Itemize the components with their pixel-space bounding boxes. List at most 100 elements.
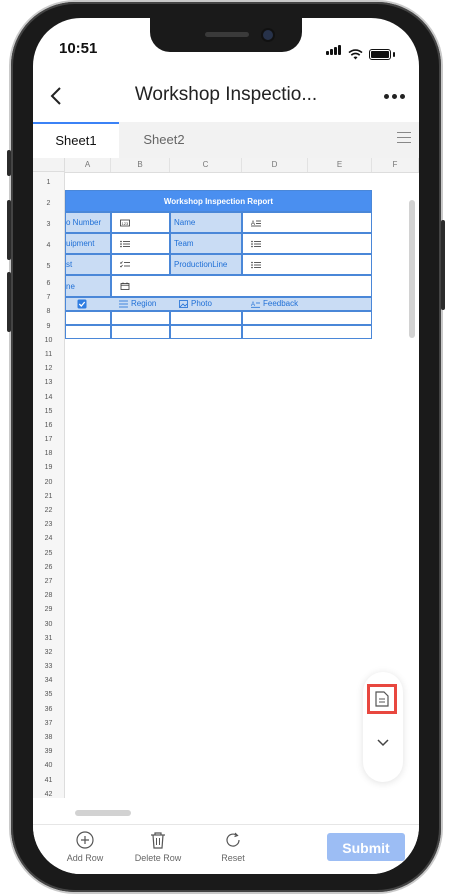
row-header-cell[interactable]: 31 — [33, 632, 64, 646]
row-header-cell[interactable]: 15 — [33, 405, 64, 419]
vertical-scrollbar[interactable] — [409, 200, 415, 338]
empty-cell[interactable] — [111, 325, 170, 339]
row-header: 1 2 3 4 5 6 7 8 9 10 11 12 13 14 15 16 17 18 19 20 21 22 23 24 2… — [33, 172, 65, 798]
row-header-cell[interactable]: 7 — [33, 291, 64, 305]
row6-band[interactable] — [65, 297, 372, 311]
reset-button[interactable]: Reset — [203, 831, 263, 863]
wifi-icon — [348, 49, 363, 60]
row-header-cell[interactable]: 38 — [33, 731, 64, 745]
row-header-cell[interactable]: 23 — [33, 518, 64, 532]
row-header-cell[interactable]: 18 — [33, 447, 64, 461]
column-header-f[interactable]: F — [372, 158, 419, 172]
row-header-cell[interactable]: 41 — [33, 774, 64, 788]
tab-sheet1[interactable]: Sheet1 — [33, 122, 119, 158]
row-header-cell[interactable]: 10 — [33, 334, 64, 348]
label-cell-production-line[interactable]: ProductionLine — [170, 254, 242, 275]
row-header-cell[interactable]: 37 — [33, 717, 64, 731]
column-header-e[interactable]: E — [308, 158, 372, 172]
row-header-cell[interactable]: 27 — [33, 575, 64, 589]
delete-row-button[interactable]: Delete Row — [128, 831, 188, 863]
row-header-cell[interactable]: 34 — [33, 674, 64, 688]
report-title-cell[interactable]: Workshop Inspection Report — [65, 190, 372, 212]
chevron-down-icon[interactable] — [373, 732, 393, 752]
spreadsheet-grid[interactable]: A B C D E F 1 2 3 4 5 6 7 8 9 10 11 12 13 14 15 16 17 18 1… — [33, 158, 419, 798]
document-button[interactable] — [367, 684, 397, 714]
column-header-c[interactable]: C — [170, 158, 242, 172]
empty-cell[interactable] — [242, 325, 372, 339]
empty-cell[interactable] — [242, 311, 372, 325]
row-header-cell[interactable]: 39 — [33, 745, 64, 759]
input-cell-list[interactable] — [111, 254, 170, 275]
back-arrow-icon[interactable] — [45, 84, 69, 108]
label-cell-equipment[interactable]: uipment — [65, 233, 111, 254]
row-header-cell[interactable]: 42 — [33, 788, 64, 798]
row-header-cell[interactable]: 3 — [33, 214, 64, 235]
column-header-d[interactable]: D — [242, 158, 308, 172]
empty-cell[interactable] — [170, 325, 242, 339]
input-cell-production-line[interactable] — [242, 254, 372, 275]
more-options-icon[interactable] — [384, 94, 405, 99]
row-header-cell[interactable]: 12 — [33, 362, 64, 376]
photo-field[interactable]: Photo — [179, 299, 212, 308]
empty-cell[interactable] — [170, 311, 242, 325]
row-header-cell[interactable]: 2 — [33, 193, 64, 214]
row-header-cell[interactable]: 8 — [33, 305, 64, 319]
sheet-list-icon[interactable] — [397, 132, 411, 147]
tab-sheet2[interactable]: Sheet2 — [119, 122, 209, 158]
submit-button[interactable]: Submit — [327, 833, 405, 861]
row-header-cell[interactable]: 13 — [33, 376, 64, 390]
region-field[interactable]: Region — [119, 299, 156, 308]
input-cell-equipment[interactable] — [111, 233, 170, 254]
row-header-cell[interactable]: 11 — [33, 348, 64, 362]
label-cell-team[interactable]: Team — [170, 233, 242, 254]
empty-cell[interactable] — [65, 311, 111, 325]
feedback-field[interactable]: A Feedback — [251, 299, 298, 308]
row-header-cell[interactable]: 26 — [33, 561, 64, 575]
horizontal-scrollbar[interactable] — [75, 810, 131, 816]
row-header-cell[interactable]: 21 — [33, 490, 64, 504]
row-header-cell[interactable]: 30 — [33, 618, 64, 632]
add-row-button[interactable]: Add Row — [55, 831, 115, 863]
label-cell-name[interactable]: Name — [170, 212, 242, 233]
row-header-cell[interactable]: 29 — [33, 603, 64, 617]
row-header-cell[interactable]: 9 — [33, 320, 64, 334]
row-header-cell[interactable]: 1 — [33, 172, 64, 193]
input-cell-team[interactable] — [242, 233, 372, 254]
page-title: Workshop Inspectio... — [134, 84, 318, 105]
column-header-a[interactable]: A — [65, 158, 111, 172]
row-header-cell[interactable]: 35 — [33, 688, 64, 702]
battery-icon — [369, 49, 391, 60]
row-header-cell[interactable]: 19 — [33, 461, 64, 475]
row-header-cell[interactable]: 24 — [33, 532, 64, 546]
row-header-cell[interactable]: 5 — [33, 256, 64, 277]
row-header-cell[interactable]: 40 — [33, 759, 64, 773]
calendar-icon — [120, 282, 130, 290]
svg-text:123: 123 — [122, 221, 129, 226]
mute-switch — [7, 150, 11, 176]
empty-cell[interactable] — [65, 325, 111, 339]
column-header-b[interactable]: B — [111, 158, 170, 172]
input-cell-time[interactable] — [111, 275, 372, 297]
grid-corner — [33, 158, 65, 172]
row-header-cell[interactable]: 16 — [33, 419, 64, 433]
input-cell-name[interactable]: A — [242, 212, 372, 233]
label-cell-no-number[interactable]: o Number — [65, 212, 111, 233]
row-header-cell[interactable]: 25 — [33, 547, 64, 561]
row-header-cell[interactable]: 6 — [33, 277, 64, 291]
row-header-cell[interactable]: 14 — [33, 391, 64, 405]
row-header-cell[interactable]: 22 — [33, 504, 64, 518]
row-header-cell[interactable]: 33 — [33, 660, 64, 674]
speaker — [205, 32, 249, 37]
label-cell-time[interactable]: ne — [65, 275, 111, 297]
row-header-cell[interactable]: 17 — [33, 433, 64, 447]
input-cell-no-number[interactable]: 123 — [111, 212, 170, 233]
label-cell-list[interactable]: st — [65, 254, 111, 275]
row-header-cell[interactable]: 4 — [33, 235, 64, 256]
checkbox-icon[interactable] — [77, 299, 87, 309]
row-header-cell[interactable]: 28 — [33, 589, 64, 603]
row-header-cell[interactable]: 20 — [33, 476, 64, 490]
empty-cell[interactable] — [111, 311, 170, 325]
row-header-cell[interactable]: 32 — [33, 646, 64, 660]
row-header-cell[interactable]: 36 — [33, 703, 64, 717]
battery-cap — [393, 52, 395, 57]
